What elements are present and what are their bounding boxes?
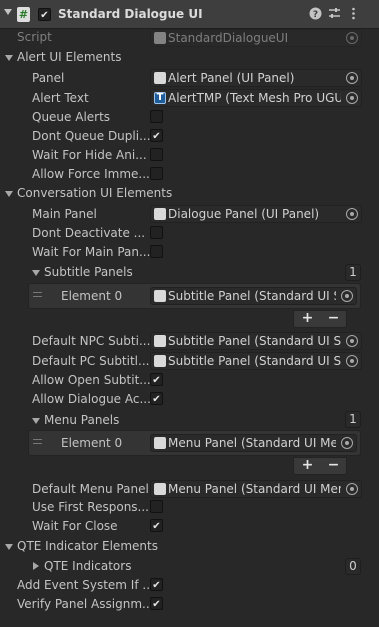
help-icon[interactable]: ? bbox=[308, 7, 322, 21]
verify-panel-checkbox[interactable] bbox=[150, 597, 163, 610]
component-title: Standard Dialogue UI bbox=[58, 7, 203, 21]
svg-text:?: ? bbox=[312, 10, 317, 20]
gameobject-icon bbox=[154, 290, 166, 302]
queue-alerts-checkbox[interactable] bbox=[150, 110, 163, 123]
subtitle-element-field[interactable]: Subtitle Panel (Standard UI Subtitle Pan… bbox=[150, 287, 357, 305]
use-first-checkbox[interactable] bbox=[150, 500, 163, 513]
qte-indicators-count[interactable]: 0 bbox=[345, 558, 361, 575]
object-picker-icon bbox=[346, 32, 358, 44]
component-header[interactable]: # Standard Dialogue UI ? bbox=[0, 0, 379, 29]
default-pc-field[interactable]: Subtitle Panel (Standard UI Subtitle Pan… bbox=[150, 352, 362, 370]
allow-open-label: Allow Open Subtit... bbox=[32, 373, 151, 387]
wait-hide-checkbox[interactable] bbox=[150, 148, 163, 161]
alert-foldout-arrow-icon[interactable] bbox=[5, 55, 13, 61]
script-field: StandardDialogueUI bbox=[150, 29, 362, 47]
menu-panels-count[interactable]: 1 bbox=[345, 411, 361, 428]
dont-deactivate-checkbox[interactable] bbox=[150, 226, 163, 239]
wait-hide-label: Wait For Hide Ani... bbox=[32, 148, 147, 162]
menu-panels-list: Element 0 Menu Panel (Standard UI Menu P… bbox=[28, 430, 361, 456]
menu-panels-foldout-arrow-icon[interactable] bbox=[32, 418, 40, 424]
dont-deactivate-label: Dont Deactivate ... bbox=[32, 226, 146, 240]
default-menu-field[interactable]: Menu Panel (Standard UI Menu Panel) bbox=[150, 480, 362, 498]
object-picker-icon[interactable] bbox=[341, 290, 353, 302]
preset-sliders-icon[interactable] bbox=[327, 7, 341, 21]
element-label: Element 0 bbox=[61, 436, 123, 450]
menu-panels-label[interactable]: Menu Panels bbox=[44, 413, 119, 427]
foldout-arrow-icon[interactable] bbox=[4, 9, 12, 15]
alert-section-header[interactable]: Alert UI Elements bbox=[17, 50, 121, 64]
dont-queue-label: Dont Queue Dupli... bbox=[32, 129, 151, 143]
qte-foldout-arrow-icon[interactable] bbox=[5, 544, 13, 550]
csharp-script-icon: # bbox=[17, 7, 30, 22]
alert-text-label: Alert Text bbox=[32, 91, 89, 105]
object-picker-icon[interactable] bbox=[346, 92, 358, 104]
panel-label: Panel bbox=[32, 71, 65, 85]
wait-close-label: Wait For Close bbox=[32, 519, 118, 533]
menu-element-field[interactable]: Menu Panel (Standard UI Menu Panel) bbox=[150, 434, 357, 452]
gameobject-icon bbox=[154, 437, 166, 449]
subtitle-panels-foldout-arrow-icon[interactable] bbox=[32, 270, 40, 276]
qte-indicators-label[interactable]: QTE Indicators bbox=[44, 559, 131, 573]
object-picker-icon[interactable] bbox=[346, 483, 358, 495]
allow-dialogue-label: Allow Dialogue Ac... bbox=[32, 392, 151, 406]
script-file-icon bbox=[154, 32, 166, 44]
subtitle-panels-count[interactable]: 1 bbox=[345, 264, 361, 281]
subtitle-panels-list: Element 0 Subtitle Panel (Standard UI Su… bbox=[28, 283, 361, 309]
queue-alerts-label: Queue Alerts bbox=[32, 110, 111, 124]
object-picker-icon[interactable] bbox=[346, 355, 358, 367]
gameobject-icon bbox=[154, 483, 166, 495]
component-enabled-checkbox[interactable] bbox=[38, 8, 51, 21]
default-npc-label: Default NPC Subti... bbox=[32, 334, 151, 348]
gameobject-icon bbox=[154, 72, 166, 84]
gameobject-icon bbox=[154, 208, 166, 220]
dont-queue-checkbox[interactable] bbox=[150, 129, 163, 142]
default-pc-label: Default PC Subtitl... bbox=[32, 354, 150, 368]
allow-dialogue-checkbox[interactable] bbox=[150, 392, 163, 405]
object-picker-icon[interactable] bbox=[346, 208, 358, 220]
subtitle-list-buttons: + − bbox=[293, 310, 347, 328]
use-first-label: Use First Respons... bbox=[32, 500, 149, 514]
menu-list-buttons: + − bbox=[293, 457, 347, 475]
add-element-button[interactable]: + bbox=[294, 310, 321, 326]
drag-handle-icon[interactable] bbox=[33, 292, 42, 297]
main-panel-field[interactable]: Dialogue Panel (UI Panel) bbox=[150, 205, 362, 223]
qte-section-header[interactable]: QTE Indicator Elements bbox=[17, 539, 158, 553]
textmeshpro-icon: T bbox=[154, 92, 166, 104]
default-menu-label: Default Menu Panel bbox=[32, 482, 149, 496]
wait-main-label: Wait For Main Pan... bbox=[32, 245, 151, 259]
main-panel-label: Main Panel bbox=[32, 207, 97, 221]
panel-field[interactable]: Alert Panel (UI Panel) bbox=[150, 69, 362, 87]
allow-open-checkbox[interactable] bbox=[150, 373, 163, 386]
remove-element-button[interactable]: − bbox=[320, 310, 347, 326]
gameobject-icon bbox=[154, 335, 166, 347]
element-label: Element 0 bbox=[61, 289, 123, 303]
wait-main-checkbox[interactable] bbox=[150, 245, 163, 258]
remove-element-button[interactable]: − bbox=[320, 457, 347, 473]
object-picker-icon[interactable] bbox=[341, 437, 353, 449]
qte-indicators-foldout-arrow-icon[interactable] bbox=[33, 562, 39, 570]
verify-panel-label: Verify Panel Assignm... bbox=[17, 597, 154, 611]
conversation-section-header[interactable]: Conversation UI Elements bbox=[17, 186, 172, 200]
subtitle-panels-label[interactable]: Subtitle Panels bbox=[44, 265, 133, 279]
conversation-foldout-arrow-icon[interactable] bbox=[5, 191, 13, 197]
alert-text-field[interactable]: T AlertTMP (Text Mesh Pro UGUI) bbox=[150, 89, 362, 107]
kebab-menu-icon[interactable] bbox=[346, 7, 360, 21]
object-picker-icon[interactable] bbox=[346, 335, 358, 347]
add-element-button[interactable]: + bbox=[294, 457, 321, 473]
object-picker-icon[interactable] bbox=[346, 72, 358, 84]
default-npc-field[interactable]: Subtitle Panel (Standard UI Subtitle Pan… bbox=[150, 332, 362, 350]
allow-force-checkbox[interactable] bbox=[150, 167, 163, 180]
wait-close-checkbox[interactable] bbox=[150, 519, 163, 532]
drag-handle-icon[interactable] bbox=[33, 439, 42, 444]
gameobject-icon bbox=[154, 355, 166, 367]
allow-force-label: Allow Force Imme... bbox=[32, 167, 150, 181]
add-event-system-label: Add Event System If ... bbox=[17, 578, 154, 592]
add-event-system-checkbox[interactable] bbox=[150, 578, 163, 591]
script-label: Script bbox=[17, 30, 52, 44]
